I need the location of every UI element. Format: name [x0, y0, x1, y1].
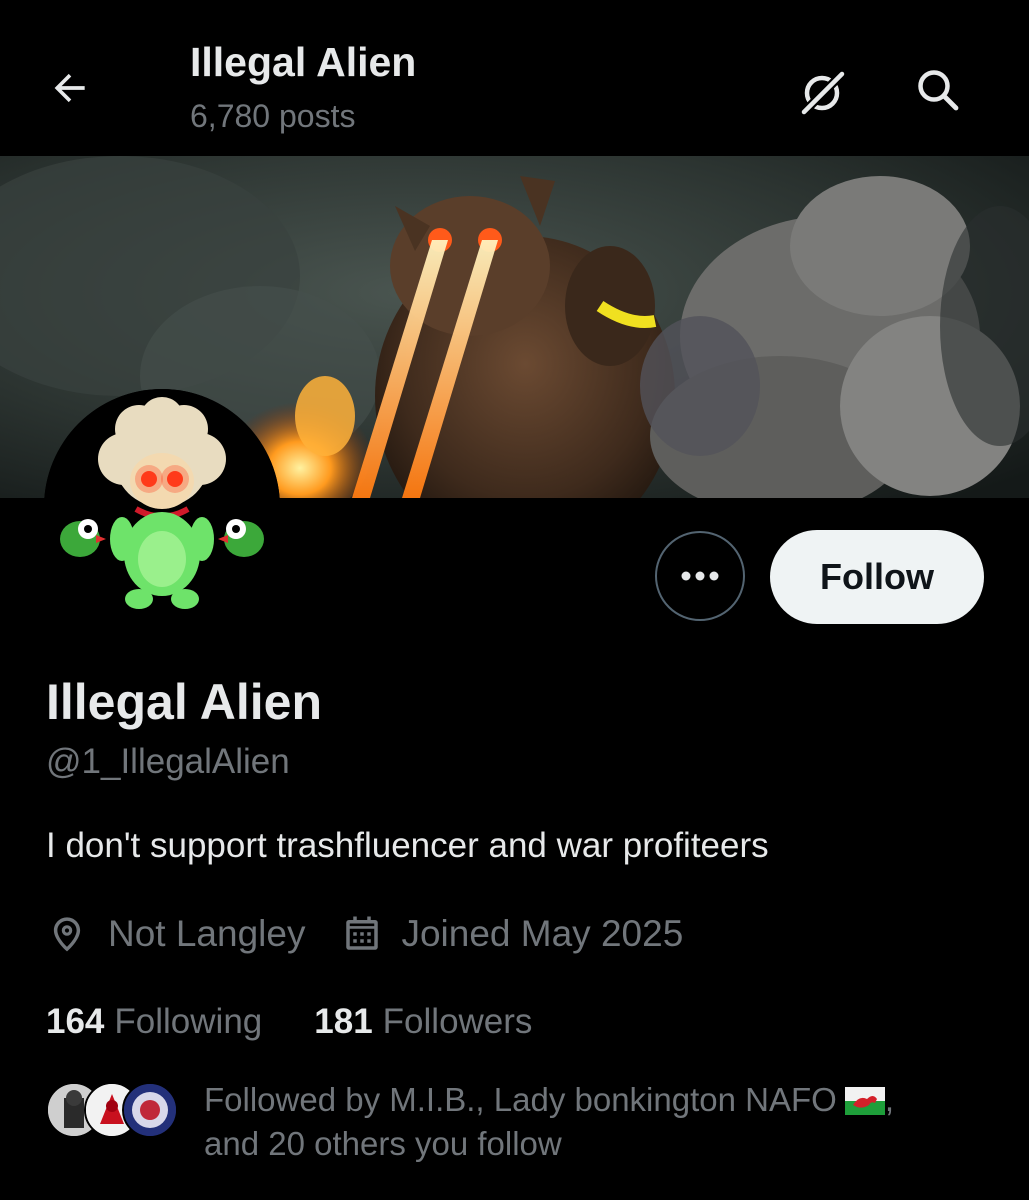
joined-item: Joined May 2025	[341, 913, 683, 955]
follower-avatar	[122, 1082, 178, 1138]
header-title-block: Illegal Alien 6,780 posts	[190, 36, 416, 138]
followed-by-line2: and 20 others you follow	[204, 1125, 562, 1162]
avatar-illustration	[44, 389, 280, 625]
profile-header-bar: Illegal Alien 6,780 posts	[0, 0, 1029, 156]
more-options-button[interactable]	[655, 531, 745, 621]
followers-link[interactable]: 181 Followers	[314, 1000, 532, 1044]
followed-by-line1: Followed by M.I.B., Lady bonkington NAFO	[204, 1081, 837, 1118]
search-icon	[918, 70, 959, 111]
followed-by-avatars[interactable]	[46, 1082, 178, 1140]
profile-bio: I don't support trashfluencer and war pr…	[46, 826, 769, 865]
follow-counts-row: 164 Following 181 Followers	[46, 1000, 532, 1044]
profile-avatar[interactable]	[44, 389, 280, 625]
following-link[interactable]: 164 Following	[46, 1000, 262, 1044]
profile-handle: @1_IllegalAlien	[46, 742, 290, 781]
calendar-icon	[346, 916, 379, 950]
followers-label: Followers	[382, 1002, 533, 1041]
profile-meta-row: Not Langley Joined May 2025	[46, 910, 683, 958]
grok-icon	[800, 70, 846, 116]
posts-count: 6,780 posts	[190, 98, 356, 134]
grok-button[interactable]	[790, 60, 854, 124]
profile-display-name: Illegal Alien	[46, 674, 323, 730]
arrow-left-icon	[54, 73, 85, 103]
following-label: Following	[114, 1002, 263, 1041]
location-text: Not Langley	[108, 913, 306, 954]
header-title: Illegal Alien	[190, 39, 417, 85]
location-pin-icon	[53, 917, 81, 952]
joined-date-text: Joined May 2025	[401, 913, 684, 954]
more-dots-icon	[681, 571, 719, 581]
wales-flag-icon	[844, 1082, 885, 1115]
search-button[interactable]	[906, 58, 970, 122]
location-item: Not Langley	[46, 913, 305, 955]
back-button[interactable]	[40, 58, 100, 118]
follow-button[interactable]: Follow	[770, 530, 984, 624]
followed-by-comma: ,	[884, 1081, 894, 1118]
followers-count: 181	[314, 1002, 373, 1041]
following-count: 164	[46, 1002, 105, 1041]
followed-by-text[interactable]: Followed by M.I.B., Lady bonkington NAFO…	[204, 1078, 994, 1166]
